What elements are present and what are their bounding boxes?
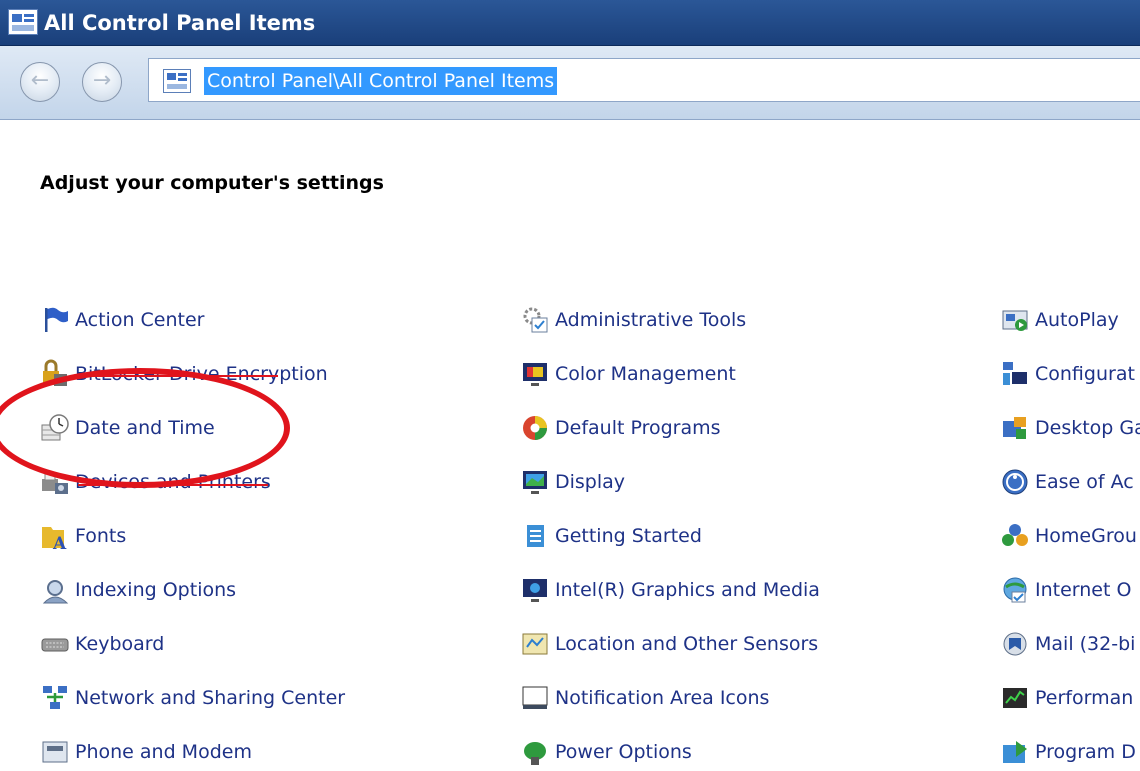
intel-graphics-icon bbox=[520, 575, 550, 605]
title-bar[interactable]: All Control Panel Items bbox=[0, 0, 1140, 46]
homegroup-icon bbox=[1000, 521, 1030, 551]
item-label: Program D bbox=[1035, 741, 1136, 763]
item-label: Network and Sharing Center bbox=[75, 687, 346, 709]
navigation-bar: ← → Control Panel\All Control Panel Item… bbox=[0, 46, 1140, 120]
display-icon bbox=[520, 467, 550, 497]
color-management-icon bbox=[520, 359, 550, 389]
forward-button[interactable]: → bbox=[82, 62, 122, 102]
item-label: HomeGrou bbox=[1035, 525, 1137, 547]
phone-icon bbox=[40, 737, 70, 767]
item-devices-and-printers[interactable]: Devices and Printers bbox=[40, 464, 271, 500]
item-label: Default Programs bbox=[555, 417, 721, 439]
printer-icon bbox=[40, 467, 70, 497]
item-homegroup[interactable]: HomeGrou bbox=[1000, 518, 1137, 554]
desktop-gadgets-icon bbox=[1000, 413, 1030, 443]
indexing-icon bbox=[40, 575, 70, 605]
control-panel-icon bbox=[8, 9, 38, 35]
item-label: Phone and Modem bbox=[75, 741, 252, 763]
item-label: Getting Started bbox=[555, 525, 702, 547]
back-button[interactable]: ← bbox=[20, 62, 60, 102]
item-label: Indexing Options bbox=[75, 579, 237, 601]
performance-icon bbox=[1000, 683, 1030, 713]
item-bitlocker[interactable]: BitLocker Drive Encryption bbox=[40, 356, 328, 392]
item-getting-started[interactable]: Getting Started bbox=[520, 518, 702, 554]
item-label: AutoPlay bbox=[1035, 309, 1119, 331]
item-label: Internet O bbox=[1035, 579, 1132, 601]
item-notification-area-icons[interactable]: Notification Area Icons bbox=[520, 680, 769, 716]
fonts-folder-icon: A bbox=[40, 521, 70, 554]
item-color-management[interactable]: Color Management bbox=[520, 356, 736, 392]
item-label: Power Options bbox=[555, 741, 692, 763]
svg-text:A: A bbox=[52, 534, 67, 551]
sensors-icon bbox=[520, 629, 550, 659]
mail-icon bbox=[1000, 629, 1030, 659]
item-label: Desktop Ga bbox=[1035, 417, 1140, 439]
item-label: Fonts bbox=[75, 525, 127, 547]
flag-icon bbox=[40, 305, 70, 335]
item-label: BitLocker Drive Encryption bbox=[75, 363, 328, 385]
item-date-and-time[interactable]: Date and Time bbox=[40, 410, 215, 446]
power-icon bbox=[520, 737, 550, 767]
item-label: Mail (32-bi bbox=[1035, 633, 1136, 655]
item-configuration[interactable]: Configurat bbox=[1000, 356, 1135, 392]
item-administrative-tools[interactable]: Administrative Tools bbox=[520, 302, 746, 338]
internet-options-icon bbox=[1000, 575, 1030, 605]
bitlocker-icon bbox=[40, 359, 70, 389]
item-display[interactable]: Display bbox=[520, 464, 625, 500]
item-desktop-gadgets[interactable]: Desktop Ga bbox=[1000, 410, 1140, 446]
item-label: Location and Other Sensors bbox=[555, 633, 819, 655]
network-icon bbox=[40, 683, 70, 713]
item-location-sensors[interactable]: Location and Other Sensors bbox=[520, 626, 818, 662]
address-path[interactable]: Control Panel\All Control Panel Items bbox=[204, 67, 558, 95]
item-program[interactable]: Program D bbox=[1000, 734, 1136, 770]
clock-icon bbox=[40, 413, 70, 443]
item-ease-of-access[interactable]: Ease of Ac bbox=[1000, 464, 1134, 500]
item-label: Ease of Ac bbox=[1035, 471, 1134, 493]
item-intel-graphics[interactable]: Intel(R) Graphics and Media bbox=[520, 572, 820, 608]
item-keyboard[interactable]: Keyboard bbox=[40, 626, 164, 662]
window-title: All Control Panel Items bbox=[44, 11, 316, 35]
autoplay-icon bbox=[1000, 305, 1030, 335]
item-label: Intel(R) Graphics and Media bbox=[555, 579, 820, 601]
item-label: Devices and Printers bbox=[75, 471, 271, 493]
configuration-icon bbox=[1000, 359, 1030, 389]
item-action-center[interactable]: Action Center bbox=[40, 302, 205, 338]
getting-started-icon bbox=[520, 521, 550, 551]
item-mail[interactable]: Mail (32-bi bbox=[1000, 626, 1135, 662]
item-indexing-options[interactable]: Indexing Options bbox=[40, 572, 236, 608]
item-autoplay[interactable]: AutoPlay bbox=[1000, 302, 1119, 338]
item-label: Date and Time bbox=[75, 417, 215, 439]
item-label: Color Management bbox=[555, 363, 736, 385]
item-label: Display bbox=[555, 471, 626, 493]
ease-of-access-icon bbox=[1000, 467, 1030, 497]
item-power-options[interactable]: Power Options bbox=[520, 734, 692, 770]
item-fonts[interactable]: A Fonts bbox=[40, 518, 126, 554]
notification-icon bbox=[520, 683, 550, 713]
default-programs-icon bbox=[520, 413, 550, 443]
page-heading: Adjust your computer's settings bbox=[40, 172, 384, 194]
program-icon bbox=[1000, 737, 1030, 767]
item-label: Notification Area Icons bbox=[555, 687, 770, 709]
item-default-programs[interactable]: Default Programs bbox=[520, 410, 721, 446]
item-network-and-sharing[interactable]: Network and Sharing Center bbox=[40, 680, 345, 716]
keyboard-icon bbox=[40, 629, 70, 659]
address-bar[interactable]: Control Panel\All Control Panel Items bbox=[148, 58, 1140, 102]
item-label: Keyboard bbox=[75, 633, 165, 655]
item-label: Action Center bbox=[75, 309, 205, 331]
item-phone-and-modem[interactable]: Phone and Modem bbox=[40, 734, 252, 770]
item-label: Configurat bbox=[1035, 363, 1135, 385]
item-internet-options[interactable]: Internet O bbox=[1000, 572, 1131, 608]
item-label: Administrative Tools bbox=[555, 309, 747, 331]
item-performance[interactable]: Performan bbox=[1000, 680, 1133, 716]
admin-tools-icon bbox=[520, 305, 550, 335]
control-panel-icon bbox=[163, 69, 191, 93]
item-label: Performan bbox=[1035, 687, 1134, 709]
